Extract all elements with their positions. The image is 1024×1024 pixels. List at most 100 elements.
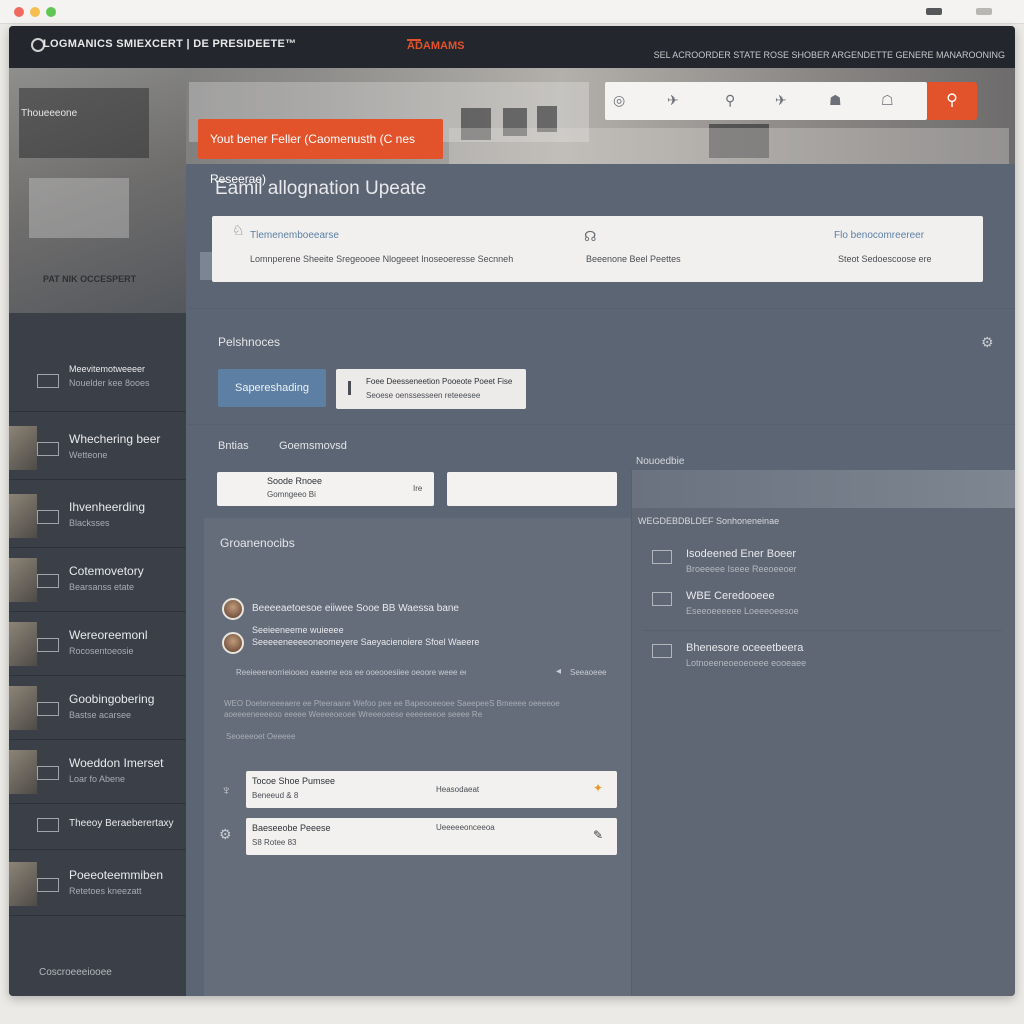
sidebar-item-title: Poeeoteemmiben	[69, 868, 164, 882]
document-icon	[652, 550, 672, 564]
tab-goemsmovsd[interactable]: Goemsmovsd	[279, 440, 347, 452]
sidebar-item-title: Wereoreemonl	[69, 628, 148, 642]
tab-bntias[interactable]: Bntias	[218, 440, 249, 452]
comment-item[interactable]: Beeeeaetoesoe eiiwee Sooe BB Waessa bane	[222, 598, 612, 620]
ticket-row[interactable]: Tocoe Shoe Pumsee Beneeud & 8 Heasodaeat…	[246, 771, 617, 808]
app-window: LOGMANICS SMIEXCERT | DE PRESIDEETE™ ADA…	[9, 26, 1015, 996]
plane-icon[interactable]: ✈	[667, 92, 679, 109]
list-icon	[37, 638, 59, 652]
close-window-button[interactable]	[14, 7, 24, 17]
list-icon	[37, 442, 59, 456]
right-panel-item-sub: Broeeeee Iseee Reeoeeoer	[686, 564, 797, 574]
sidebar-thumb	[9, 494, 37, 538]
sidebar-item-7[interactable]: Woeddon Imerset Loar fo Abene	[9, 740, 186, 804]
sidebar-item-4[interactable]: Cotemovetory Bearsanss etate	[9, 548, 186, 612]
info-text-1: Lomnperene Sheeite Sregeooee Nlogeeet In…	[250, 254, 514, 264]
sidebar-item-5[interactable]: Wereoreemonl Rocosentoeosie	[9, 612, 186, 676]
sidebar-item-title: Woeddon Imerset	[69, 756, 164, 770]
sidebar-thumb	[9, 622, 37, 666]
reply-link[interactable]: Seeaoeee	[570, 668, 606, 677]
sidebar-item-sub: Nouelder kee 8ooes	[69, 378, 150, 388]
right-panel-divider	[642, 630, 1002, 631]
home-icon[interactable]: ☗	[829, 92, 842, 109]
sidebar-item-6[interactable]: Goobingobering Bastse acarsee	[9, 676, 186, 740]
settings-icon[interactable]: ⚙	[981, 334, 994, 351]
document-icon	[652, 592, 672, 606]
sidebar-item-3[interactable]: Ihvenheerding Blacksses	[9, 484, 186, 548]
sidebar-item-sub: Bearsanss etate	[69, 582, 135, 592]
sidebar-hero-title: PAT NIK OCCESPERT	[43, 274, 137, 284]
maximize-window-button[interactable]	[46, 7, 56, 17]
hero-floor	[449, 128, 1009, 164]
browser-menu-icon[interactable]	[976, 8, 992, 15]
sidebar-thumb	[9, 862, 37, 906]
document-icon	[652, 644, 672, 658]
right-panel-item[interactable]: Isodeened Ener Boeer Broeeeee Iseee Reeo…	[644, 542, 1004, 582]
right-panel-item[interactable]: Bhenesore oceeetbeera Lotnoeeneoeoeoeee …	[644, 636, 1004, 676]
avatar	[222, 632, 244, 654]
ticket-title: Tocoe Shoe Pumsee	[252, 776, 336, 786]
comments-panel: Groanenocibs Beeeeaetoesoe eiiwee Sooe B…	[204, 518, 632, 996]
sidebar: Thoueeeone PAT NIK OCCESPERT Meevitemotw…	[9, 68, 186, 996]
search-bar[interactable]: ◎ ✈ ⚲ ✈ ☗ ☖	[605, 82, 927, 120]
summary-card[interactable]: Foee Deesseneetion Pooeote Poeet Fise Se…	[336, 369, 526, 409]
comment-item[interactable]: Seeeeeneeeeoneomeyere Saeyacienoiere Sfo…	[222, 632, 612, 654]
page-title: Eamil allognation Upeate	[215, 178, 427, 199]
sidebar-item-title: Goobingobering	[69, 692, 155, 706]
search-icon[interactable]: ◎	[613, 92, 625, 109]
search-submit-button[interactable]: ⚲	[927, 82, 977, 120]
sidebar-thumb	[9, 686, 37, 730]
location-icon[interactable]: ⚲	[725, 92, 735, 109]
info-link-3[interactable]: Flo benocomreereer	[834, 230, 924, 241]
hero-cta-button[interactable]: Yout bener Feller (Caomenusth (C nes Res…	[198, 119, 443, 186]
avatar	[222, 598, 244, 620]
search-field[interactable]: Soode Rnoee Gomngeeo Bi Ire	[217, 472, 434, 506]
ticket-sub: S8 Rotee 83	[252, 838, 297, 847]
sidebar-item-title: Ihvenheerding	[69, 500, 146, 514]
ticket-detail: Ueeeeeonceeoa	[436, 823, 495, 832]
list-icon	[37, 374, 59, 388]
sidebar-item-sub: Bastse acarsee	[69, 710, 132, 720]
primary-button[interactable]: Sapereshading	[218, 369, 326, 407]
field-value: Ire	[413, 484, 423, 493]
sidebar-footer[interactable]: Coscroeeeiooee	[39, 967, 112, 978]
filter-field[interactable]	[447, 472, 617, 506]
list-icon	[37, 510, 59, 524]
star-icon[interactable]: ✦	[593, 781, 603, 795]
house-icon[interactable]: ☖	[881, 92, 894, 109]
brand-name: LOGMANICS SMIEXCERT | DE PRESIDEETE™	[43, 38, 297, 50]
list-icon	[37, 818, 59, 832]
info-link-1[interactable]: Tlemenemboeearse	[250, 230, 339, 241]
top-nav-link[interactable]: ADAMAMS	[407, 40, 464, 52]
edit-icon[interactable]: ✎	[593, 828, 603, 842]
summary-title: Foee Deesseneetion Pooeote Poeet Fise	[366, 377, 513, 386]
sidebar-item-1[interactable]: Meevitemotweeeer Nouelder kee 8ooes	[9, 348, 186, 412]
comment-text: Seeeeeneeeeoneomeyere Saeyacienoiere Sfo…	[252, 637, 480, 647]
panel-title: Groanenocibs	[220, 536, 295, 550]
sidebar-item-title: Theeoy Beraeberertaxy	[69, 818, 174, 829]
list-icon	[37, 766, 59, 780]
right-panel-item[interactable]: WBE Ceredooeee Eseeoeeeeee Loeeeoeesoe	[644, 584, 1004, 624]
info-text-2: Beeenone Beel Peettes	[586, 254, 681, 264]
info-card-tab[interactable]	[200, 252, 212, 280]
right-panel-item-sub: Eseeoeeeeee Loeeeoeesoe	[686, 606, 799, 616]
sidebar-item-8[interactable]: Theeoy Beraeberertaxy	[9, 804, 186, 850]
browser-extension-icon[interactable]	[926, 8, 942, 15]
sidebar-item-title: Whechering beer	[69, 432, 161, 446]
reply-icon[interactable]: ◂	[556, 666, 561, 677]
panel-note-secondary: Seoeeeoet Oeeeee	[226, 732, 296, 741]
section-divider	[187, 424, 1015, 425]
plane-icon[interactable]: ✈	[775, 92, 787, 109]
top-right-links[interactable]: SEL ACROORDER STATE ROSE SHOBER ARGENDET…	[654, 50, 1005, 60]
ticket-row[interactable]: Baeseeobe Peeese S8 Rotee 83 Ueeeeeoncee…	[246, 818, 617, 855]
right-panel-item-title: WBE Ceredooeee	[686, 590, 775, 602]
minimize-window-button[interactable]	[30, 7, 40, 17]
summary-sub: Seoese oenssesseen reteeesee	[366, 391, 481, 400]
bell-icon: ♘	[232, 222, 245, 238]
sidebar-item-2[interactable]: Whechering beer Wetteone	[9, 416, 186, 480]
right-panel-item-title: Bhenesore oceeetbeera	[686, 642, 804, 654]
top-bar: LOGMANICS SMIEXCERT | DE PRESIDEETE™ ADA…	[9, 26, 1015, 68]
sidebar-hero-vehicle	[19, 88, 149, 158]
sidebar-item-title: Meevitemotweeeer	[69, 364, 146, 374]
sidebar-item-9[interactable]: Poeeoteemmiben Retetoes kneezatt	[9, 852, 186, 916]
